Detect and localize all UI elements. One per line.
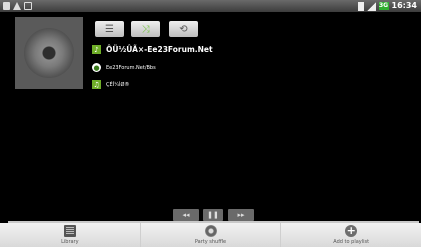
album-name: Ee23Forum.Net/Bbs bbox=[106, 64, 156, 71]
artist-icon: ♪ bbox=[92, 45, 101, 54]
repeat-button[interactable]: ⟲ bbox=[169, 21, 198, 37]
pause-button[interactable]: ❚❚ bbox=[203, 209, 223, 221]
shuffle-button[interactable]: ⤨ bbox=[131, 21, 160, 37]
nav-party-shuffle[interactable]: Party shuffle bbox=[141, 223, 282, 247]
nav-add-to-playlist-label: Add to playlist bbox=[333, 239, 370, 245]
music-player-screen: 3G 16:34 ☰ ⤨ ⟲ ♪ ÔÜ½ÛÃ×-Ee23Forum.Net ● … bbox=[0, 0, 421, 247]
status-bar: 3G 16:34 bbox=[0, 0, 421, 12]
nav-library[interactable]: Library bbox=[0, 223, 141, 247]
network-3g-icon: 3G bbox=[378, 2, 389, 10]
notification-square-icon bbox=[24, 2, 32, 10]
nav-party-shuffle-label: Party shuffle bbox=[194, 239, 227, 245]
nav-library-label: Library bbox=[61, 239, 79, 245]
warning-icon bbox=[13, 2, 21, 10]
artist-name: ÔÜ½ÛÃ×-Ee23Forum.Net bbox=[106, 45, 213, 54]
bottom-nav: Library Party shuffle + Add to playlist bbox=[0, 223, 421, 247]
next-button[interactable]: ▸▸ bbox=[228, 209, 254, 221]
system-icons: 3G 16:34 bbox=[357, 0, 417, 12]
album-row: ● Ee23Forum.Net/Bbs bbox=[92, 63, 156, 72]
list-icon: ☰ bbox=[105, 23, 114, 35]
party-shuffle-icon bbox=[204, 225, 217, 237]
status-time: 16:34 bbox=[391, 1, 417, 10]
nav-add-to-playlist[interactable]: + Add to playlist bbox=[281, 223, 421, 247]
notification-icons bbox=[3, 2, 32, 10]
album-art bbox=[15, 17, 83, 89]
now-playing-list-button[interactable]: ☰ bbox=[95, 21, 124, 37]
add-icon: + bbox=[345, 224, 358, 237]
album-icon: ● bbox=[92, 63, 101, 72]
library-icon bbox=[63, 225, 76, 237]
shuffle-icon: ⤨ bbox=[141, 23, 150, 35]
track-row: ♫ ÇÉÍ¼ÌØ® bbox=[92, 80, 129, 89]
battery-icon bbox=[357, 1, 364, 11]
track-name: ÇÉÍ¼ÌØ® bbox=[106, 81, 130, 88]
disc-icon bbox=[24, 28, 74, 78]
repeat-icon: ⟲ bbox=[179, 23, 188, 35]
artist-row: ♪ ÔÜ½ÛÃ×-Ee23Forum.Net bbox=[92, 45, 213, 54]
notification-app-icon bbox=[3, 2, 10, 10]
signal-icon bbox=[366, 1, 376, 11]
previous-button[interactable]: ◂◂ bbox=[173, 209, 199, 221]
track-icon: ♫ bbox=[92, 80, 101, 89]
